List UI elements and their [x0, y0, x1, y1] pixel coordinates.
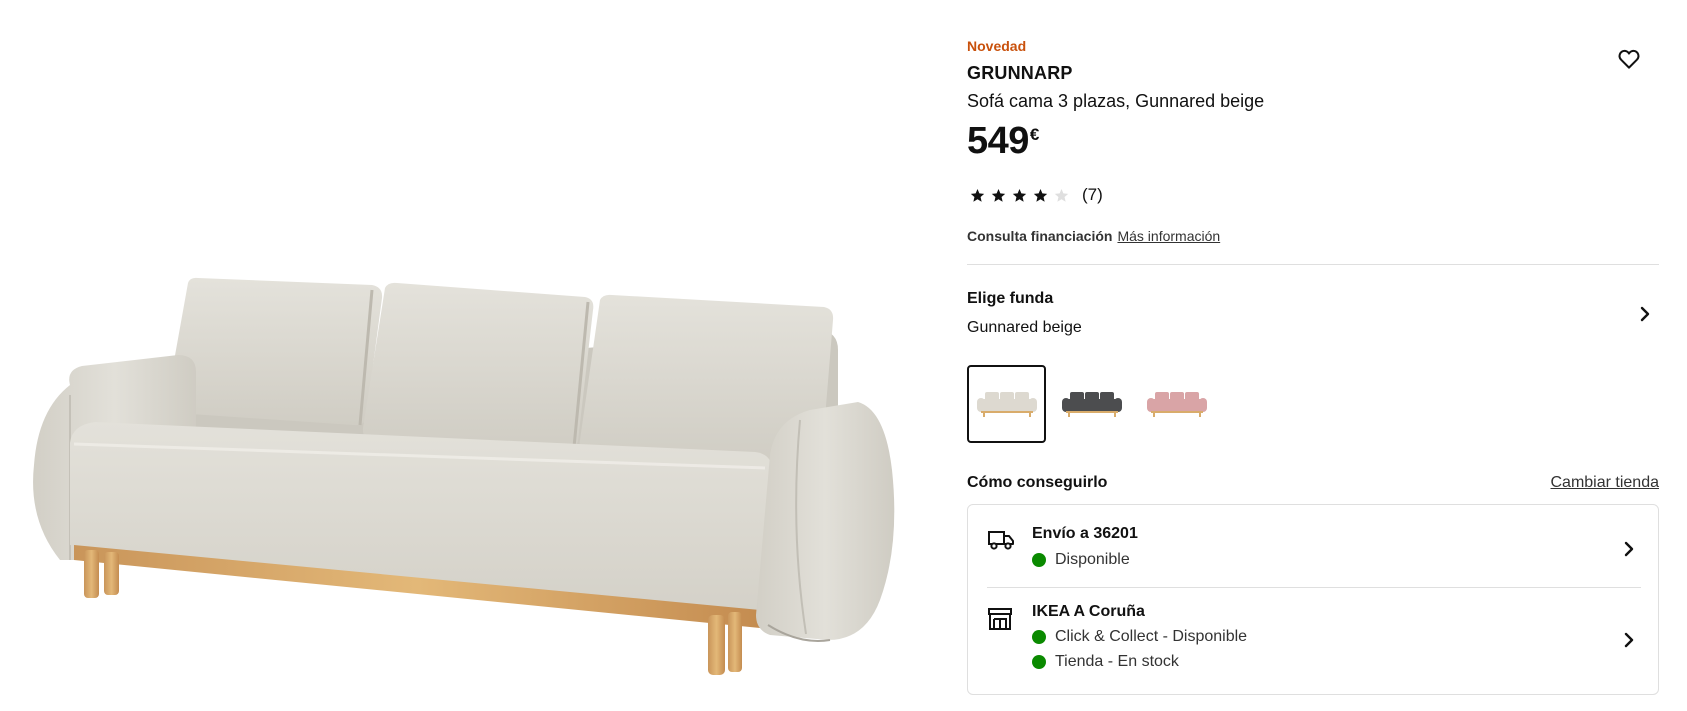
available-dot — [1032, 553, 1046, 567]
cover-swatch[interactable] — [1137, 365, 1216, 443]
chevron-right-icon — [1640, 306, 1650, 322]
click-collect-status-text: Click & Collect - Disponible — [1055, 628, 1248, 645]
new-badge: Novedad — [967, 38, 1027, 54]
availability-box: Envío a 36201 Disponible IKEA A Coruña C… — [967, 504, 1659, 695]
product-price: 549 € — [967, 120, 1039, 163]
cover-swatch[interactable] — [1052, 365, 1131, 443]
how-to-get-title: Cómo conseguirlo — [967, 474, 1108, 491]
store-row[interactable]: IKEA A Coruña Click & Collect - Disponib… — [987, 603, 1641, 685]
star-filled-icon — [1030, 185, 1051, 205]
financing-more-info-link[interactable]: Más información — [1117, 228, 1220, 244]
product-image[interactable] — [0, 0, 900, 711]
cover-swatch[interactable] — [967, 365, 1046, 443]
star-filled-icon — [988, 185, 1009, 205]
choose-cover-row[interactable]: Elige funda Gunnared beige — [967, 282, 1659, 344]
heart-icon — [1618, 49, 1640, 69]
divider — [987, 587, 1641, 588]
store-stock-status-text: Tienda - En stock — [1055, 653, 1179, 670]
delivery-status: Disponible — [1032, 551, 1130, 569]
store-icon — [988, 608, 1012, 630]
product-info: Novedad GRUNNARP Sofá cama 3 plazas, Gun… — [967, 0, 1659, 711]
star-filled-icon — [1009, 185, 1030, 205]
product-page: Novedad GRUNNARP Sofá cama 3 plazas, Gun… — [0, 0, 1687, 711]
selected-cover: Gunnared beige — [967, 319, 1082, 336]
favourite-button[interactable] — [1614, 44, 1644, 74]
price-currency: € — [1029, 125, 1039, 144]
financing-label: Consulta financiación — [967, 228, 1113, 244]
sofa-thumbnail — [1146, 392, 1207, 417]
rating-count: (7) — [1082, 185, 1103, 204]
product-description: Sofá cama 3 plazas, Gunnared beige — [967, 91, 1265, 111]
sofa-illustration — [33, 277, 895, 675]
choose-cover-title: Elige funda — [967, 290, 1054, 307]
price-value: 549 — [967, 120, 1029, 162]
financing: Consulta financiación Más información — [967, 228, 1220, 244]
delivery-status-text: Disponible — [1055, 551, 1130, 568]
divider — [967, 264, 1659, 265]
available-dot — [1032, 630, 1046, 644]
store-stock-status: Tienda - En stock — [1032, 653, 1179, 671]
rating-stars — [967, 185, 1072, 205]
delivery-row[interactable]: Envío a 36201 Disponible — [987, 525, 1641, 585]
delivery-title: Envío a 36201 — [1032, 525, 1138, 542]
store-title: IKEA A Coruña — [1032, 603, 1145, 620]
star-empty-icon — [1051, 185, 1072, 205]
chevron-right-icon — [1624, 632, 1634, 648]
change-store-link[interactable]: Cambiar tienda — [1551, 474, 1660, 492]
available-dot — [1032, 655, 1046, 669]
sofa-thumbnail — [976, 392, 1037, 417]
click-collect-status: Click & Collect - Disponible — [1032, 628, 1247, 646]
truck-icon — [988, 531, 1014, 550]
rating[interactable]: (7) — [967, 184, 1103, 206]
sofa-thumbnail — [1061, 392, 1122, 417]
chevron-right-icon — [1624, 541, 1634, 557]
product-name: GRUNNARP — [967, 63, 1073, 83]
cover-swatches — [967, 365, 1216, 443]
star-filled-icon — [967, 185, 988, 205]
